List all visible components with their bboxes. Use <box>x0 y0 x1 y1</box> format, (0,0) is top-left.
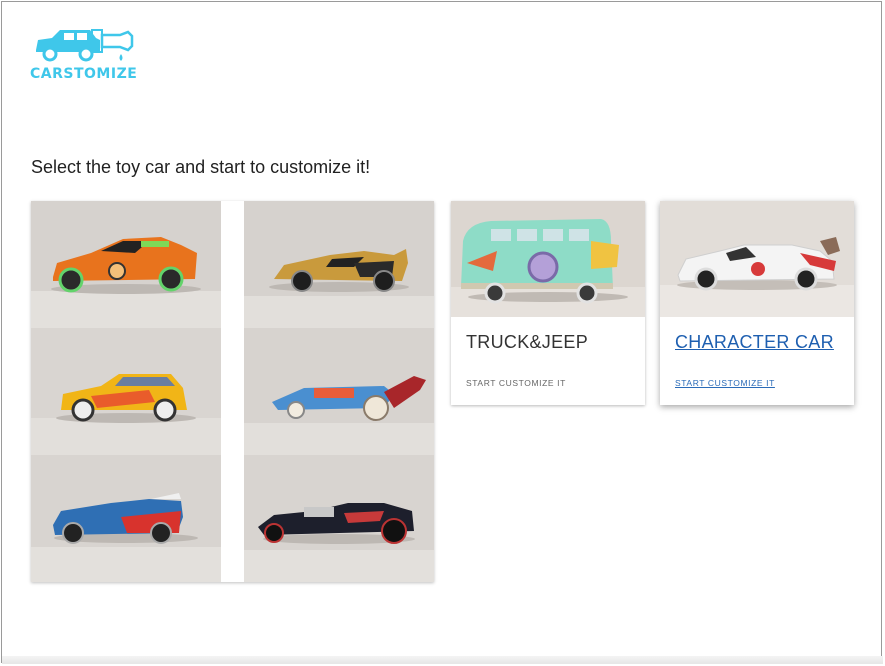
category-card-truck-jeep[interactable]: TRUCK&JEEP START CUSTOMIZE IT <box>451 201 645 405</box>
start-customize-link[interactable]: START CUSTOMIZE IT <box>466 378 566 388</box>
gallery-tile[interactable] <box>244 328 434 455</box>
start-customize-link[interactable]: START CUSTOMIZE IT <box>675 378 775 388</box>
card-title[interactable]: TRUCK&JEEP <box>466 332 588 353</box>
gallery-tile[interactable] <box>244 455 434 582</box>
white-le-mans-racer-icon <box>660 201 854 317</box>
yellow-hatchback-zooom-icon <box>31 328 221 455</box>
brand-name: CARSTOMIZE <box>30 66 138 82</box>
gallery-tile[interactable] <box>31 201 221 328</box>
orange-race-car-icon <box>31 201 221 328</box>
gallery-tile[interactable] <box>31 455 221 582</box>
card-photo <box>660 201 854 317</box>
blue-red-roadster-icon <box>31 455 221 582</box>
gallery-tile[interactable] <box>244 201 434 328</box>
gallery-tile[interactable] <box>31 328 221 455</box>
blue-dragster-icon <box>244 328 434 455</box>
green-hippie-van-icon <box>451 201 645 317</box>
car-with-paint-brush-icon <box>36 29 134 62</box>
card-title[interactable]: CHARACTER CAR <box>675 332 834 353</box>
gallery-column-right <box>244 201 434 582</box>
window-bottom-bar <box>2 656 883 664</box>
black-hot-rod-icon <box>244 455 434 582</box>
category-card-character-car[interactable]: CHARACTER CAR START CUSTOMIZE IT <box>660 201 854 405</box>
intro-heading: Select the toy car and start to customiz… <box>31 157 371 177</box>
gold-supercar-icon <box>244 201 434 328</box>
gallery-card[interactable] <box>31 201 434 582</box>
gallery-column-left <box>31 201 221 582</box>
carstomize-logo[interactable]: CARSTOMIZE <box>30 26 138 84</box>
card-photo <box>451 201 645 317</box>
